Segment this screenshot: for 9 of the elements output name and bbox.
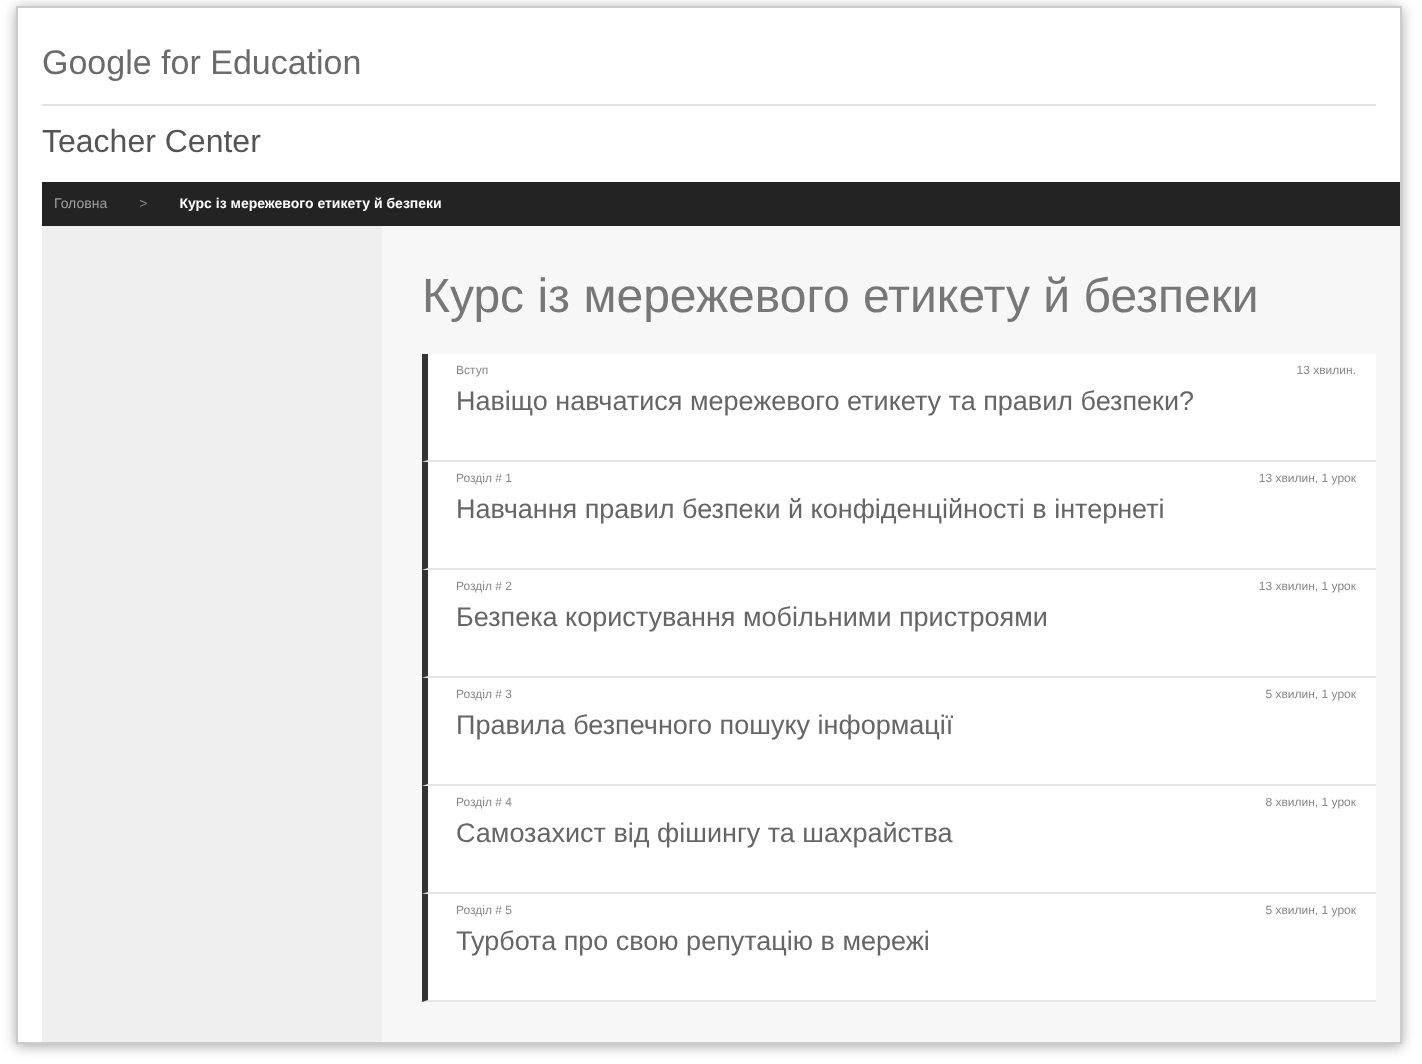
section-title: Навчання правил безпеки й конфіденційності в інтернеті	[456, 494, 1167, 524]
logo[interactable]: Google for Education	[42, 8, 1376, 106]
section-title: Навіщо навчатися мережевого етикету та правил безпеки?	[456, 386, 1197, 416]
course-title: Курс із мережевого етикету й безпеки	[422, 270, 1261, 326]
site-title[interactable]: Teacher Center	[18, 106, 1400, 182]
section-title: Самозахист від фішингу та шахрайства	[456, 818, 955, 848]
section-title: Правила безпечного пошуку інформації	[456, 710, 956, 740]
section-title: Безпека користування мобільними пристроями	[456, 602, 1050, 632]
section-title: Турбота про свою репутацію в мережі	[456, 926, 932, 956]
